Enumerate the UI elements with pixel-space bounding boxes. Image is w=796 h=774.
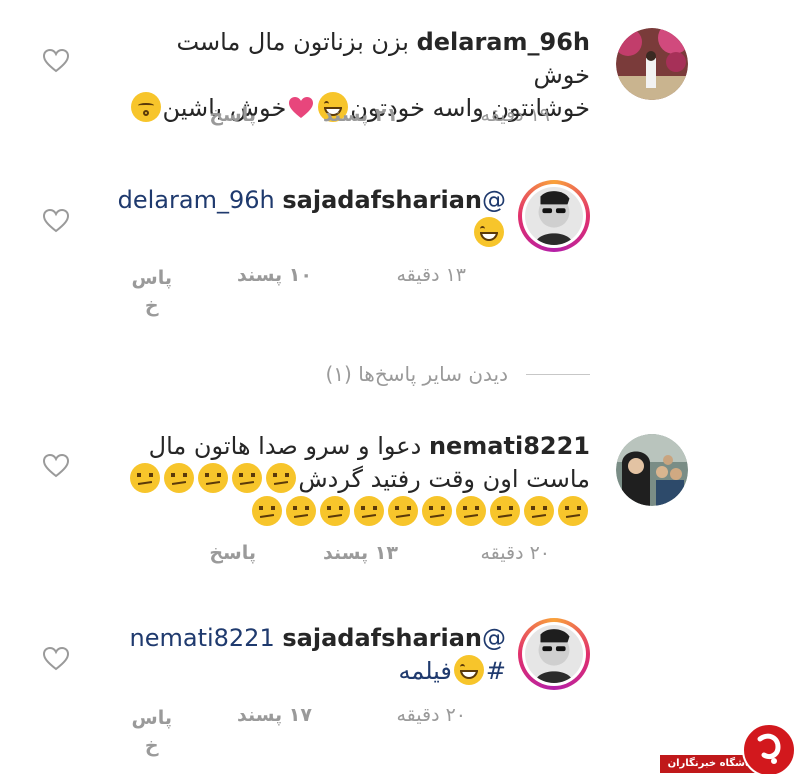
- avatar-photo: [525, 187, 583, 245]
- comments-screen: delaram_96h بزن بزناتون مال ماست خوش خوش…: [0, 0, 796, 774]
- avatar[interactable]: [518, 618, 590, 690]
- reply-button[interactable]: پاسخ: [209, 542, 256, 564]
- likes-count[interactable]: ۲۱ پسند: [323, 104, 398, 126]
- avatar[interactable]: [616, 434, 688, 506]
- heart-outline-icon[interactable]: [42, 208, 70, 234]
- meh-emoji-icon: [354, 496, 384, 526]
- reply-label-part1: پاس: [131, 707, 173, 729]
- view-more-replies[interactable]: دیدن سایر پاسخ‌ها (۱): [325, 362, 590, 386]
- meh-emoji-icon: [252, 496, 282, 526]
- username[interactable]: delaram_96h: [417, 28, 590, 56]
- reply-label-part2: خ: [144, 295, 159, 317]
- reply-label-part2: خ: [144, 735, 159, 757]
- reply-button[interactable]: پاس خ: [132, 704, 173, 760]
- reply-button[interactable]: پاسخ: [209, 104, 256, 126]
- comment-body: @nemati8221 sajadafsharian #فیلمه: [106, 622, 506, 688]
- laughing-emoji-icon: [453, 655, 484, 685]
- comment-text-line1: دعوا و سرو صدا هاتون مال: [148, 432, 422, 460]
- comment-body: nemati8221 دعوا و سرو صدا هاتون مال ماست…: [110, 430, 590, 529]
- heart-outline-icon[interactable]: [42, 48, 70, 74]
- comment-time: ۲۰ دقیقه: [480, 542, 550, 564]
- laughing-emoji-icon: [474, 217, 504, 247]
- heart-outline-icon[interactable]: [42, 453, 70, 479]
- hashtag-symbol: #: [485, 657, 506, 685]
- comment-time: ۲۰ دقیقه: [396, 704, 466, 726]
- meh-emoji-icon: [558, 496, 588, 526]
- meh-emoji-icon: [164, 463, 195, 493]
- avatar-photo: [616, 434, 688, 506]
- comment-body: @delaram_96h sajadafsharian: [106, 184, 506, 250]
- meh-emoji-icon: [320, 496, 350, 526]
- avatar-photo: [525, 625, 583, 683]
- meh-emoji-icon: [524, 496, 554, 526]
- hashtag-link[interactable]: # فیلمه: [398, 655, 506, 685]
- meh-emoji-icon: [388, 496, 418, 526]
- comment-time: ۱۹ دقیقه: [480, 104, 550, 126]
- avatar-photo: [616, 28, 688, 100]
- meh-emoji-icon: [130, 463, 161, 493]
- meh-emoji-icon: [422, 496, 452, 526]
- watermark-logo: باشگاه خبرنگاران: [660, 723, 796, 774]
- heart-outline-icon[interactable]: [42, 646, 70, 672]
- divider-line: [526, 373, 590, 375]
- pink-heart-emoji-icon: [289, 97, 314, 118]
- username[interactable]: nemati8221: [429, 432, 590, 460]
- view-more-label: دیدن سایر پاسخ‌ها (۱): [325, 362, 508, 386]
- meh-emoji-icon: [232, 463, 263, 493]
- hashtag-word: فیلمه: [398, 657, 452, 685]
- kiss-emoji-icon: [130, 92, 161, 122]
- likes-count[interactable]: ۱۰ پسند: [237, 264, 312, 286]
- avatar[interactable]: [518, 180, 590, 252]
- meh-emoji-icon: [490, 496, 520, 526]
- watermark-emblem: [742, 723, 796, 774]
- meh-emoji-icon: [456, 496, 486, 526]
- comment-text-line2: ماست اون وقت رفتید گردش: [298, 465, 590, 493]
- username[interactable]: sajadafsharian: [282, 186, 482, 214]
- meh-emoji-icon: [286, 496, 316, 526]
- reply-button[interactable]: پاس خ: [132, 264, 173, 320]
- meh-emoji-icon: [266, 463, 297, 493]
- likes-count[interactable]: ۱۷ پسند: [237, 704, 312, 726]
- watermark-emblem-icon: [757, 733, 781, 764]
- meh-emoji-icon: [198, 463, 229, 493]
- comment-time: ۱۳ دقیقه: [396, 264, 466, 286]
- username[interactable]: sajadafsharian: [282, 624, 482, 652]
- reply-label-part1: پاس: [131, 267, 173, 289]
- avatar[interactable]: [616, 28, 688, 100]
- likes-count[interactable]: ۱۳ پسند: [323, 542, 398, 564]
